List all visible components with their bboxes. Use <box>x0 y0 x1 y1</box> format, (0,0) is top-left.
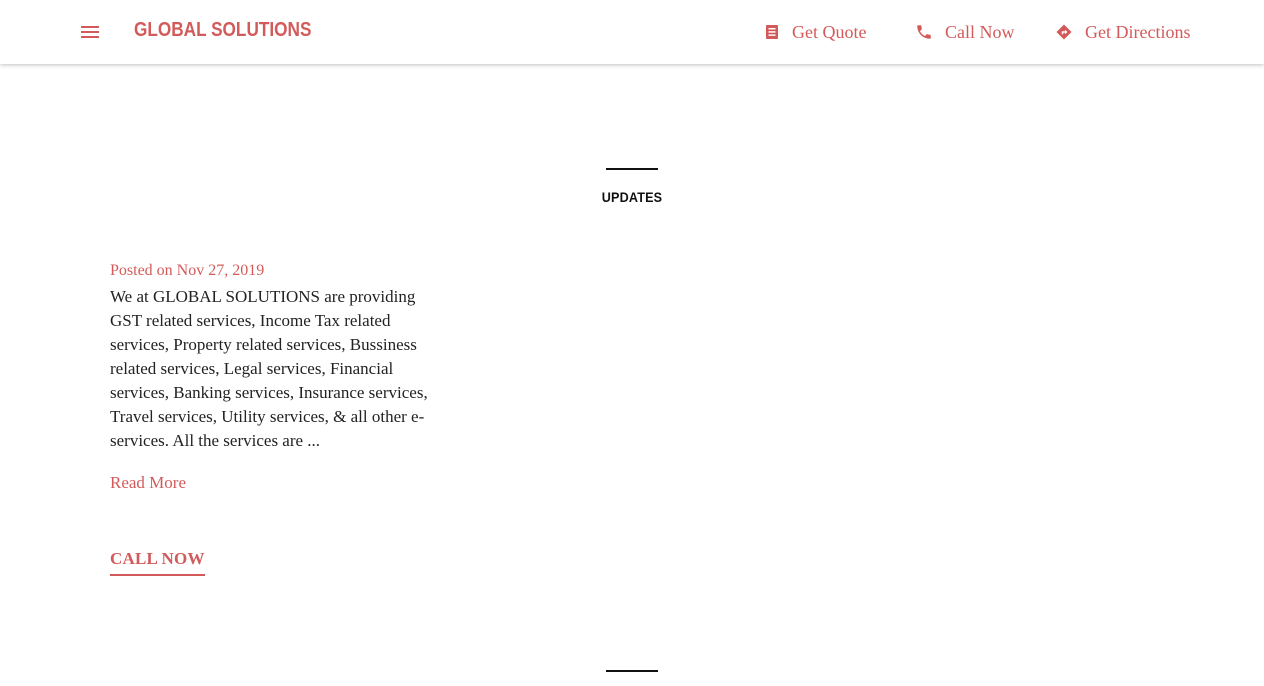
get-directions-button[interactable]: Get Directions <box>1055 20 1190 44</box>
post-date: Posted on Nov 27, 2019 <box>110 262 265 279</box>
section-divider-next <box>606 670 658 672</box>
brand-title[interactable]: GLOBAL SOLUTIONS <box>134 19 311 42</box>
get-quote-label: Get Quote <box>792 21 867 42</box>
phone-icon <box>915 23 933 41</box>
call-now-button[interactable]: CALL NOW <box>110 549 205 576</box>
directions-icon <box>1055 23 1073 41</box>
quote-document-icon <box>764 24 780 40</box>
call-now-header-button[interactable]: Call Now <box>915 20 1015 44</box>
get-directions-label: Get Directions <box>1085 21 1191 42</box>
get-quote-button[interactable]: Get Quote <box>764 20 866 44</box>
top-app-bar: GLOBAL SOLUTIONS Get Quote Call Now Get … <box>0 0 1264 64</box>
call-now-header-label: Call Now <box>945 21 1015 42</box>
post-body: We at GLOBAL SOLUTIONS are providing GST… <box>110 287 428 450</box>
hamburger-menu-icon[interactable] <box>78 20 102 44</box>
read-more-link[interactable]: Read More <box>110 473 186 493</box>
update-post: Posted on Nov 27, 2019 We at GLOBAL SOLU… <box>110 261 430 493</box>
section-divider <box>606 168 658 170</box>
updates-section-title: UPDATES <box>601 189 663 205</box>
